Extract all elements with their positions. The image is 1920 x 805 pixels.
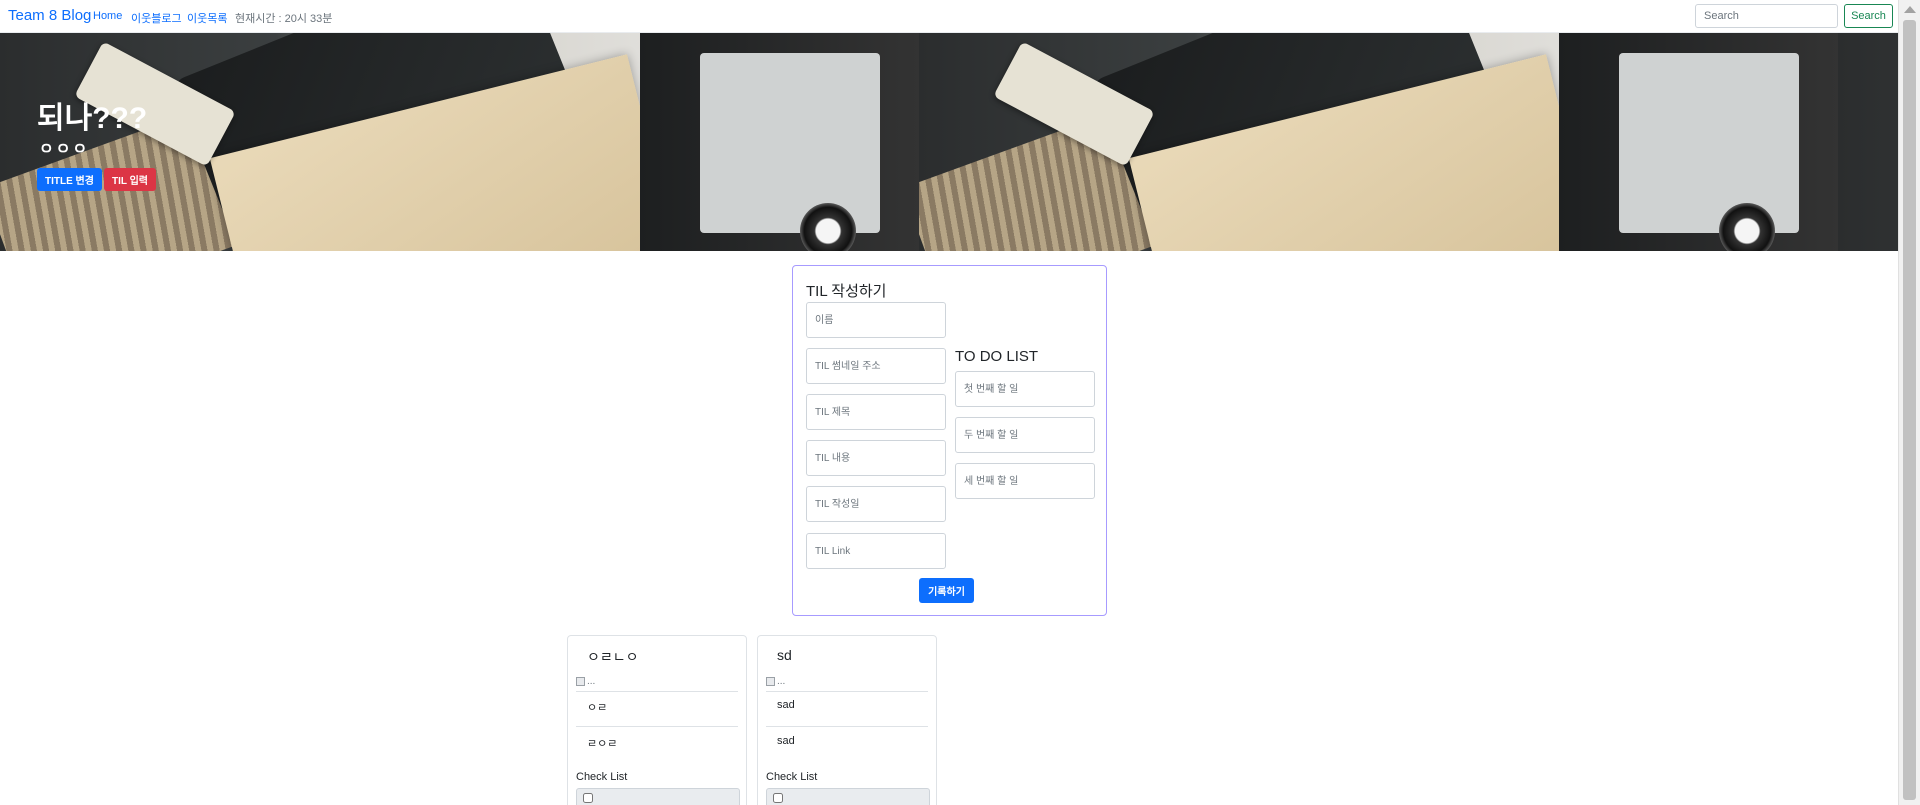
hero-image-tile xyxy=(1838,33,1898,251)
til-card: ㅇㄹㄴㅇ ... ㅇㄹ ㄹㅇㄹ Check List xyxy=(567,635,747,805)
card-thumbnail-alt: ... xyxy=(777,676,786,687)
til-title-field[interactable] xyxy=(806,394,946,430)
card-title: sd xyxy=(777,647,792,663)
title-change-button[interactable]: TITLE 변경 xyxy=(37,168,102,191)
til-link-field[interactable] xyxy=(806,533,946,569)
nav-link-neighbor-blog[interactable]: 이웃블로그 xyxy=(131,10,182,26)
card-text: sad xyxy=(777,699,795,711)
scroll-up-arrow-icon[interactable] xyxy=(1904,6,1916,13)
til-content-field[interactable] xyxy=(806,440,946,476)
search-input[interactable] xyxy=(1695,4,1838,28)
search-button[interactable]: Search xyxy=(1844,4,1893,28)
todo-title: TO DO LIST xyxy=(955,348,1039,365)
todo-second-field[interactable] xyxy=(955,417,1095,453)
card-thumbnail: ... xyxy=(766,676,785,687)
name-field[interactable] xyxy=(806,302,946,338)
navbar: Team 8 Blog Home 이웃블로그 이웃목록 현재시간 : 20시 3… xyxy=(0,0,1898,33)
til-thumbnail-field[interactable] xyxy=(806,348,946,384)
check-list-checkbox[interactable] xyxy=(583,793,593,803)
check-list-item xyxy=(766,788,930,805)
card-thumbnail: ... xyxy=(576,676,595,687)
card-text: ㄹㅇㄹ xyxy=(587,738,618,750)
til-input-button[interactable]: TIL 입력 xyxy=(104,168,156,191)
til-date-field[interactable] xyxy=(806,486,946,522)
form-title: TIL 작성하기 xyxy=(806,283,887,300)
card-thumbnail-alt: ... xyxy=(587,676,596,687)
check-list-item xyxy=(576,788,740,805)
hero-image-tile xyxy=(0,33,919,251)
card-divider xyxy=(766,691,928,692)
broken-image-icon xyxy=(766,677,775,686)
hero-title: 되나??? xyxy=(37,102,148,135)
til-form-card: TIL 작성하기 TO DO LIST 기록하기 xyxy=(792,265,1107,616)
check-list-label: Check List xyxy=(766,771,818,783)
scroll-thumb[interactable] xyxy=(1903,20,1916,800)
til-card: sd ... sad sad Check List xyxy=(757,635,937,805)
current-time: 현재시간 : 20시 33분 xyxy=(235,13,333,25)
todo-third-field[interactable] xyxy=(955,463,1095,499)
nav-link-home[interactable]: Home xyxy=(93,10,122,22)
card-divider xyxy=(576,691,738,692)
submit-button[interactable]: 기록하기 xyxy=(919,578,974,603)
brand-link[interactable]: Team 8 Blog xyxy=(8,7,91,24)
hero-subtitle: ㅇㅇㅇ xyxy=(39,141,90,158)
page-scrollbar[interactable] xyxy=(1898,0,1920,805)
check-list-label: Check List xyxy=(576,771,628,783)
broken-image-icon xyxy=(576,677,585,686)
card-divider xyxy=(766,726,928,727)
card-text: ㅇㄹ xyxy=(587,702,608,714)
card-text: sad xyxy=(777,735,795,747)
hero-image-tile xyxy=(919,33,1838,251)
card-title: ㅇㄹㄴㅇ xyxy=(587,649,639,665)
hero-banner: 되나??? ㅇㅇㅇ TITLE 변경 TIL 입력 xyxy=(0,33,1898,251)
card-divider xyxy=(576,726,738,727)
check-list-checkbox[interactable] xyxy=(773,793,783,803)
nav-link-neighbor-list[interactable]: 이웃목록 xyxy=(187,10,227,26)
todo-first-field[interactable] xyxy=(955,371,1095,407)
